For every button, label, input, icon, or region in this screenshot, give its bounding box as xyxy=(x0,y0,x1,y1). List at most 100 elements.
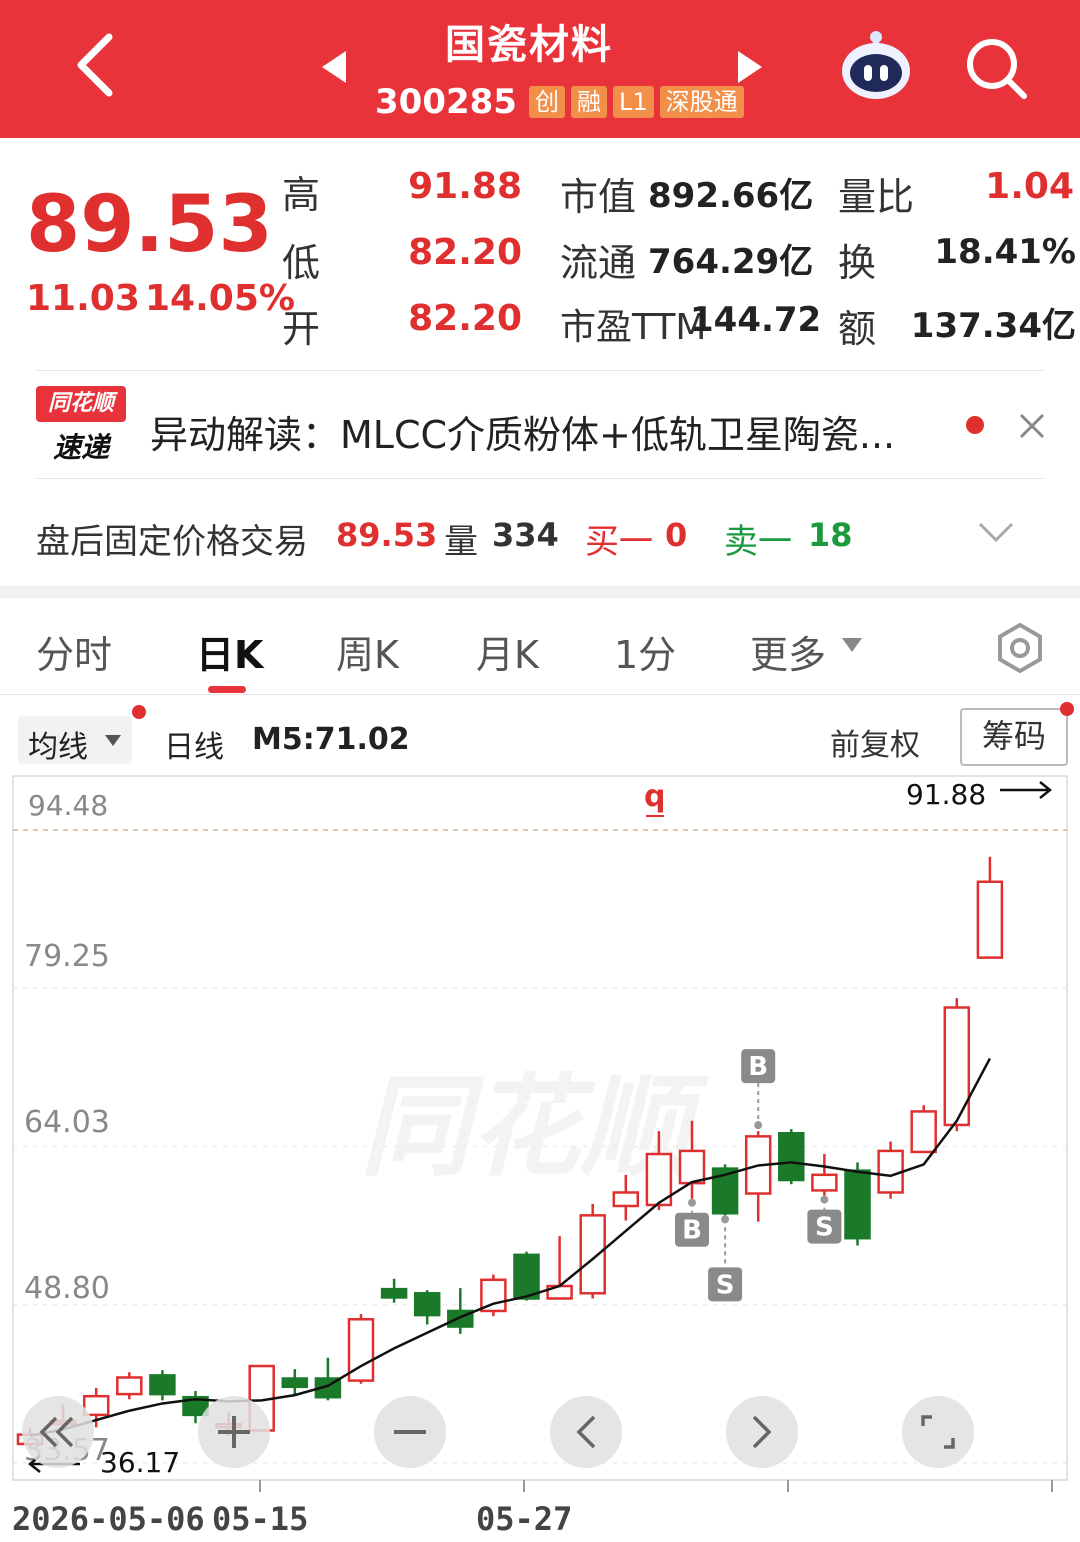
candle-body xyxy=(976,880,1004,959)
price-change: 11.03 xyxy=(26,278,140,319)
chevron-down-icon[interactable] xyxy=(974,512,1018,552)
pe-value: 144.72 xyxy=(690,300,822,340)
tab-weekly-k[interactable]: 周K xyxy=(336,624,399,679)
candle xyxy=(413,1290,441,1325)
settings-gear-icon[interactable] xyxy=(990,618,1050,678)
tab-monthly-k[interactable]: 月K xyxy=(476,624,539,679)
scroll-right-button[interactable] xyxy=(726,1396,798,1468)
candle-body xyxy=(281,1377,309,1389)
active-tab-indicator xyxy=(208,686,246,693)
prev-stock-icon[interactable] xyxy=(312,42,356,92)
candle xyxy=(910,1105,937,1154)
candle-body xyxy=(579,1214,606,1295)
amount-value: 137.34亿 xyxy=(910,306,1076,346)
rewind-button[interactable] xyxy=(22,1396,94,1468)
news-headline[interactable]: 异动解读：MLCC介质粉体+低轨卫星陶瓷... xyxy=(150,404,960,459)
candle xyxy=(447,1288,474,1334)
sell-marker: S xyxy=(708,1215,743,1302)
open-value: 82.20 xyxy=(408,298,522,339)
next-stock-icon[interactable] xyxy=(728,42,772,92)
float-cap-value: 764.29亿 xyxy=(648,242,814,282)
chevron-left-icon xyxy=(576,1415,596,1449)
close-icon[interactable] xyxy=(1010,404,1054,448)
candle-body xyxy=(149,1374,176,1396)
candle-body xyxy=(612,1191,640,1208)
candle-body xyxy=(413,1292,441,1317)
candle xyxy=(877,1141,904,1199)
candle xyxy=(844,1162,871,1246)
after-hours-label: 盘后固定价格交易 xyxy=(36,522,308,562)
marker-label: S xyxy=(815,1213,834,1243)
high-value: 91.88 xyxy=(408,166,522,207)
zoom-in-button[interactable] xyxy=(198,1396,270,1468)
sell-one-label: 卖一 xyxy=(724,522,792,562)
stock-header: 国瓷材料 300285 创 融 L1 深股通 xyxy=(0,0,1080,138)
back-icon[interactable] xyxy=(60,30,130,100)
more-dropdown-icon[interactable] xyxy=(840,636,864,658)
after-hours-price: 89.53 xyxy=(336,516,438,554)
divider xyxy=(36,478,1044,479)
tab-more[interactable]: 更多 xyxy=(750,624,826,679)
zoom-out-button[interactable] xyxy=(374,1396,446,1468)
plus-icon xyxy=(218,1416,250,1448)
tab-1min[interactable]: 1分 xyxy=(614,624,676,679)
candle xyxy=(347,1314,375,1384)
candle-body xyxy=(811,1173,838,1192)
y-tick-label: 94.48 xyxy=(28,789,108,822)
y-tick-label: 64.03 xyxy=(24,1105,110,1140)
adjust-mode[interactable]: 前复权 xyxy=(830,720,920,764)
tab-intraday[interactable]: 分时 xyxy=(36,624,112,679)
turnover-value: 18.41% xyxy=(934,232,1076,272)
badge-gem: 创 xyxy=(528,86,565,118)
divider xyxy=(0,694,1080,695)
stock-code: 300285 xyxy=(375,82,517,122)
candle xyxy=(149,1370,176,1401)
double-chevron-left-icon xyxy=(39,1416,74,1448)
y-tick-label: 79.25 xyxy=(24,939,110,974)
indicator-select[interactable]: 均线 xyxy=(18,716,132,765)
divider xyxy=(36,370,1044,371)
buy-marker: B xyxy=(741,1049,776,1130)
turnover-label: 换 xyxy=(838,241,877,285)
candle-body xyxy=(910,1110,937,1154)
candle xyxy=(744,1131,772,1222)
marker-label: B xyxy=(682,1216,702,1246)
chevron-right-icon xyxy=(752,1415,772,1449)
volume-ratio-label: 量比 xyxy=(838,175,915,219)
candle-body xyxy=(380,1287,408,1299)
stock-code-row: 300285 创 融 L1 深股通 xyxy=(375,80,750,124)
chips-new-dot xyxy=(1060,702,1074,716)
indicator-select-label: 均线 xyxy=(28,730,88,765)
fullscreen-button[interactable] xyxy=(902,1396,974,1468)
badge-l1: L1 xyxy=(612,86,654,118)
x-tick-label: 05-27 xyxy=(476,1500,572,1538)
event-q-icon[interactable]: q xyxy=(644,779,665,817)
low-price-label: 36.17 xyxy=(100,1446,180,1479)
candle-body xyxy=(513,1253,540,1300)
low-value: 82.20 xyxy=(408,232,522,273)
tab-daily-k[interactable]: 日K xyxy=(196,624,263,679)
candle xyxy=(116,1372,143,1400)
unread-dot xyxy=(966,416,984,434)
scroll-left-button[interactable] xyxy=(550,1396,622,1468)
marker-label: S xyxy=(716,1270,735,1300)
pe-label: 市盈TTM xyxy=(560,307,707,348)
low-label: 低 xyxy=(282,241,321,285)
robot-assistant-icon[interactable] xyxy=(836,26,916,106)
high-price-label: 91.88 xyxy=(906,778,986,811)
candle xyxy=(281,1369,309,1395)
period-label: 日线 xyxy=(164,730,224,765)
ths-express-logo: 同花顺 速递 xyxy=(36,386,126,466)
buy-marker: B xyxy=(675,1198,709,1247)
candle xyxy=(546,1236,573,1300)
candle xyxy=(943,998,971,1132)
x-tick-label: 2026-05-06 xyxy=(12,1500,205,1538)
candle-body xyxy=(678,1149,706,1185)
market-cap-label: 市值 xyxy=(560,175,637,219)
volume-ratio-value: 1.04 xyxy=(985,166,1074,207)
search-icon[interactable] xyxy=(958,30,1034,106)
sell-marker: S xyxy=(807,1195,842,1244)
ma5-value: M5:71.02 xyxy=(252,722,410,757)
stock-name: 国瓷材料 xyxy=(445,22,613,68)
chips-button[interactable]: 筹码 xyxy=(960,708,1068,766)
